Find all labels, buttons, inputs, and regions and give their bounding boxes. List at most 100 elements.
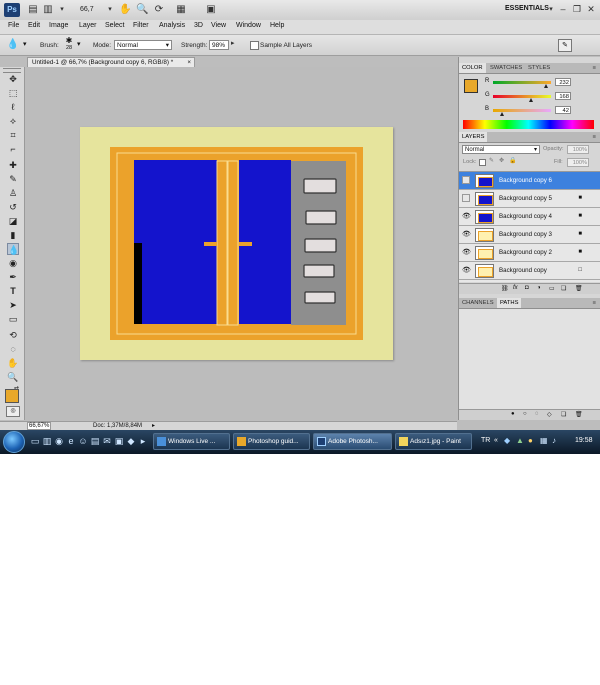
visibility-toggle[interactable] — [462, 194, 470, 202]
3d-rotate-tool-icon[interactable]: ⟲ — [7, 329, 19, 341]
healing-brush-tool-icon[interactable]: ✚ — [7, 159, 19, 171]
brush-dropdown-icon[interactable]: ▾ — [77, 40, 81, 48]
tray-security-icon[interactable]: ▲ — [516, 436, 524, 445]
close-icon[interactable]: ✕ — [586, 4, 596, 14]
tab-styles[interactable]: STYLES — [525, 63, 553, 73]
tool-preset-dropdown-icon[interactable]: ▾ — [23, 40, 27, 48]
make-path-icon[interactable]: ◇ — [547, 411, 552, 418]
slider-thumb-icon[interactable] — [500, 112, 505, 116]
tab-swatches[interactable]: SWATCHES — [487, 63, 525, 73]
zoom-icon[interactable]: 🔍 — [136, 4, 148, 15]
color-spectrum-ramp[interactable] — [463, 120, 594, 129]
red-value-input[interactable]: 232 — [555, 78, 571, 86]
red-slider[interactable] — [493, 81, 551, 88]
network-icon[interactable]: ▦ — [540, 436, 548, 445]
bridge-icon[interactable]: ▤ — [27, 4, 39, 15]
eye-icon[interactable]: 👁 — [462, 230, 471, 239]
gradient-tool-icon[interactable]: ▮ — [7, 229, 19, 241]
green-value-input[interactable]: 168 — [555, 92, 571, 100]
shape-tool-icon[interactable]: ▭ — [7, 313, 19, 325]
app-icon[interactable]: ◆ — [126, 436, 136, 447]
tray-expand-icon[interactable]: « — [494, 437, 498, 444]
mail-icon[interactable]: ✉ — [102, 436, 112, 447]
menu-analysis[interactable]: Analysis — [159, 22, 185, 29]
minibridge-icon[interactable]: ▥ — [42, 4, 54, 15]
smudge-tool-preset-icon[interactable]: 💧 — [6, 39, 20, 51]
media-player-icon[interactable]: ◉ — [54, 436, 64, 447]
slider-thumb-icon[interactable] — [543, 84, 548, 88]
eraser-tool-icon[interactable]: ◪ — [7, 215, 19, 227]
hand-tool-icon[interactable]: ✋ — [7, 357, 19, 369]
brush-tool-icon[interactable]: ✎ — [7, 173, 19, 185]
document-tab[interactable]: Untitled-1 @ 66,7% (Background copy 6, R… — [27, 57, 195, 67]
layer-name[interactable]: Background copy 5 — [499, 195, 552, 202]
blue-slider[interactable] — [493, 109, 551, 116]
minimize-icon[interactable]: – — [558, 4, 568, 14]
clone-stamp-tool-icon[interactable]: ♙ — [7, 187, 19, 199]
lock-all-icon[interactable]: 🔒 — [509, 157, 516, 164]
start-button[interactable] — [3, 431, 25, 453]
restore-icon[interactable]: ❐ — [572, 4, 582, 14]
document-canvas[interactable] — [80, 127, 393, 360]
lasso-tool-icon[interactable]: ℓ — [7, 101, 19, 113]
workspace-switcher[interactable]: ESSENTIALS — [505, 5, 549, 12]
zoom-dropdown-icon[interactable]: ▾ — [104, 4, 116, 15]
layer-name[interactable]: Background copy — [499, 267, 547, 274]
pressure-icon[interactable]: ✎ — [558, 39, 572, 52]
quicklaunch-icon[interactable]: ▣ — [114, 436, 124, 447]
pen-tool-icon[interactable]: ✒ — [7, 271, 19, 283]
slider-thumb-icon[interactable] — [529, 98, 534, 102]
app-icon[interactable]: ▸ — [138, 436, 148, 447]
layer-row[interactable]: Background copy 6 — [459, 172, 600, 190]
strength-input[interactable]: 98% — [209, 40, 229, 50]
new-path-icon[interactable]: ❏ — [561, 411, 566, 418]
stroke-path-icon[interactable]: ○ — [523, 411, 527, 417]
menu-help[interactable]: Help — [270, 22, 284, 29]
screen-mode-icon[interactable]: ▣ — [205, 4, 217, 15]
3d-orbit-tool-icon[interactable]: ◌ — [7, 343, 19, 355]
arrange-icon[interactable]: ▦ — [175, 4, 187, 15]
marquee-tool-icon[interactable]: ⬚ — [7, 87, 19, 99]
visibility-toggle[interactable] — [462, 176, 470, 184]
layer-name[interactable]: Background copy 4 — [499, 213, 552, 220]
strength-slider-icon[interactable]: ▸ — [231, 39, 235, 47]
language-indicator[interactable]: TR — [481, 437, 490, 444]
rotate-icon[interactable]: ⟳ — [153, 4, 165, 15]
tab-paths[interactable]: PATHS — [497, 298, 522, 308]
channels-panel-menu-icon[interactable]: ≡ — [590, 298, 599, 308]
path-selection-tool-icon[interactable]: ➤ — [7, 299, 19, 311]
zoom-status-field[interactable]: 66,67% — [27, 422, 51, 430]
mode-select[interactable]: Normal ▾ — [114, 40, 172, 50]
fx-icon[interactable]: fx — [513, 285, 518, 291]
foreground-color-swatch[interactable] — [5, 389, 19, 403]
new-layer-icon[interactable]: ❏ — [561, 285, 566, 292]
lock-transparency-icon[interactable] — [479, 159, 486, 166]
mask-icon[interactable]: ◘ — [525, 285, 529, 291]
layer-name[interactable]: Background copy 3 — [499, 231, 552, 238]
zoom-tool-icon[interactable]: 🔍 — [7, 371, 19, 383]
opacity-input[interactable]: 100% — [567, 145, 589, 154]
folder-icon[interactable]: ▭ — [549, 285, 555, 292]
sample-all-layers-checkbox[interactable] — [250, 41, 259, 50]
volume-icon[interactable]: ♪ — [552, 436, 556, 445]
menu-view[interactable]: View — [211, 22, 226, 29]
trash-icon[interactable]: 🗑 — [575, 411, 583, 418]
layers-panel-menu-icon[interactable]: ≡ — [590, 132, 599, 142]
type-tool-icon[interactable]: T — [7, 285, 19, 297]
switch-windows-icon[interactable]: ▥ — [42, 436, 52, 447]
workspace-dropdown-icon[interactable]: ▾ — [545, 4, 557, 15]
foreground-color-box[interactable] — [464, 79, 478, 93]
green-slider[interactable] — [493, 95, 551, 102]
crop-tool-icon[interactable]: ⌗ — [7, 129, 19, 141]
taskbar-button[interactable]: Adsız1.jpg - Paint — [395, 433, 472, 450]
hand-icon[interactable]: ✋ — [119, 4, 131, 15]
brush-picker[interactable]: ✱ 28 — [63, 37, 75, 53]
fill-path-icon[interactable]: ● — [511, 411, 515, 417]
eye-icon[interactable]: 👁 — [462, 212, 471, 221]
menu-file[interactable]: File — [8, 22, 19, 29]
lock-position-icon[interactable]: ✥ — [499, 157, 504, 164]
taskbar-button[interactable]: Adobe Photosh... — [313, 433, 392, 450]
layer-name[interactable]: Background copy 2 — [499, 249, 552, 256]
quick-mask-icon[interactable]: ◎ — [6, 406, 20, 417]
dodge-tool-icon[interactable]: ◉ — [7, 257, 19, 269]
